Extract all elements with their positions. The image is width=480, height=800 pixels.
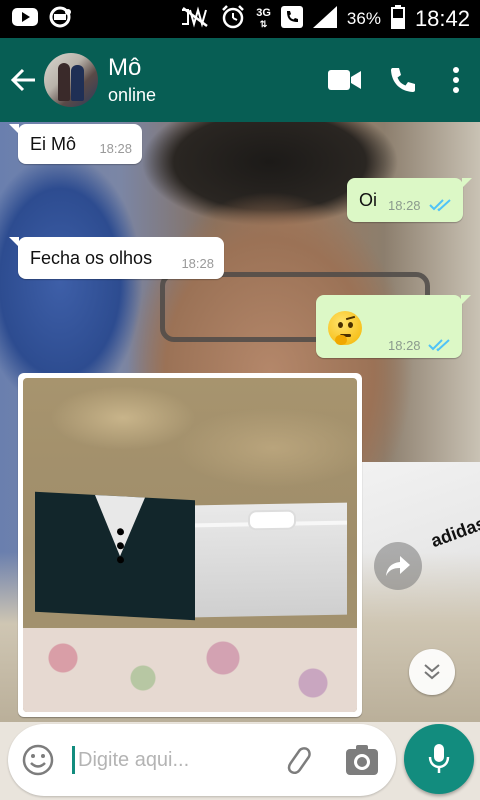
alarm-icon (220, 4, 246, 35)
voice-call-button[interactable] (374, 50, 432, 110)
incoming-message[interactable]: Ei Mô 18:28 (9, 124, 142, 164)
message-photo[interactable] (23, 378, 357, 712)
status-bar: 3G ⇅ 36% 18:42 (0, 0, 480, 38)
phone-call-icon (280, 5, 303, 33)
message-time: 18:28 (388, 198, 421, 213)
incoming-image-message[interactable] (18, 373, 362, 717)
menu-button[interactable] (432, 50, 480, 110)
camera-button[interactable] (344, 743, 380, 777)
phone-icon (391, 68, 415, 92)
message-time: 18:28 (181, 256, 214, 271)
message-text: Ei Mô (30, 134, 77, 154)
contact-name: Mô (108, 54, 142, 81)
emoji-button[interactable] (22, 744, 54, 776)
signal-icon (312, 5, 337, 33)
chat-header: Mô online (0, 38, 480, 122)
forward-button[interactable] (374, 542, 422, 590)
incoming-message[interactable]: Fecha os olhos 18:28 (9, 237, 224, 279)
camera-icon (346, 745, 378, 775)
battery-icon (390, 4, 405, 34)
voice-message-button[interactable] (404, 724, 474, 794)
contact-info[interactable]: Mô online (108, 54, 156, 106)
tuxedo-gift-box (35, 491, 195, 621)
message-time: 18:28 (388, 338, 421, 353)
read-ticks-icon (429, 199, 451, 212)
battery-percent: 36% (346, 9, 381, 28)
youtube-icon (12, 7, 38, 32)
back-arrow-icon (10, 68, 35, 92)
double-chevron-down-icon (424, 664, 440, 680)
contact-avatar[interactable] (44, 53, 98, 107)
back-button[interactable] (2, 38, 46, 122)
composer-bar (0, 722, 480, 800)
mirror-app-icon (48, 6, 74, 33)
message-input-box[interactable] (8, 724, 396, 796)
thinking-face-icon (328, 311, 362, 345)
network-type: 3G ⇅ (256, 7, 271, 30)
attach-button[interactable] (280, 742, 316, 778)
video-call-button[interactable] (316, 50, 374, 110)
contact-status: online (108, 85, 157, 105)
forward-arrow-icon (386, 556, 410, 576)
clock: 18:42 (414, 6, 470, 31)
chat-area[interactable]: adidas Ei Mô 18:28 Oi 18:28 Fecha os olh… (0, 122, 480, 722)
microphone-icon (428, 744, 450, 773)
message-text: Fecha os olhos (30, 248, 153, 268)
scroll-to-bottom-button[interactable] (409, 649, 455, 695)
outgoing-message[interactable]: Oi 18:28 (347, 178, 472, 222)
message-input[interactable] (78, 744, 258, 776)
message-text: Oi (359, 190, 377, 210)
dress-gift-box (195, 502, 347, 618)
message-time: 18:28 (99, 141, 132, 156)
mute-icon (180, 5, 210, 33)
paperclip-icon (287, 747, 311, 775)
text-cursor (72, 746, 75, 774)
outgoing-message[interactable]: 18:28 (316, 295, 471, 358)
smiley-icon (22, 744, 54, 776)
video-camera-icon (328, 70, 361, 90)
read-ticks-icon (428, 339, 450, 352)
more-vert-icon (453, 67, 459, 93)
